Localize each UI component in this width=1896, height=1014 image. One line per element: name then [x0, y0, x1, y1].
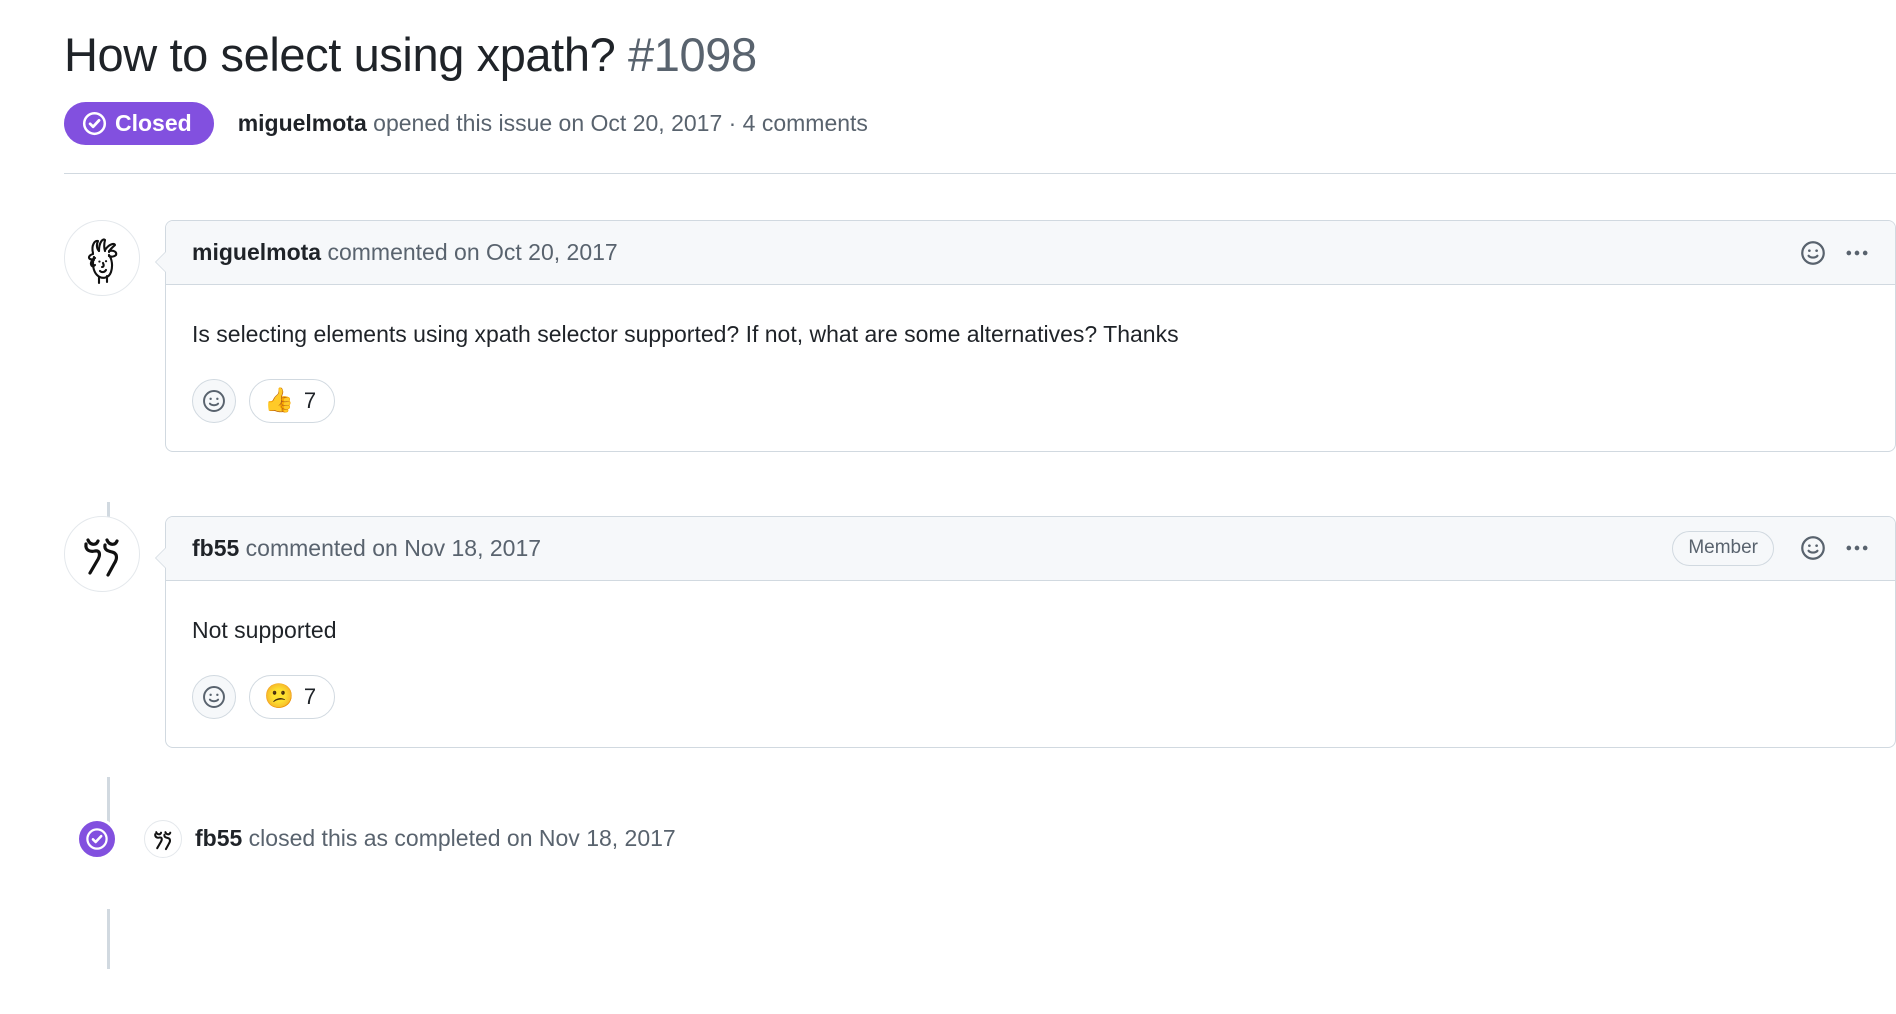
comment-body: Not supported	[166, 581, 1895, 649]
kebab-horizontal-icon	[1846, 250, 1868, 256]
comment-byline: fb55 commented on Nov 18, 2017	[192, 534, 541, 564]
add-reaction-button[interactable]	[1799, 239, 1827, 267]
avatar[interactable]	[64, 220, 140, 297]
author-association-badge: Member	[1672, 530, 1774, 567]
avatar-face-icon	[87, 238, 118, 285]
status-badge[interactable]: Closed	[64, 102, 214, 146]
comment-text: Not supported	[192, 616, 337, 643]
reaction-count: 7	[303, 387, 317, 413]
page-title: How to select using xpath? #1098	[64, 26, 1896, 83]
comment-timestamp: commented on Oct 20, 2017	[321, 238, 618, 265]
avatar[interactable]	[64, 515, 140, 592]
comment-bubble: miguelmota commented on Oct 20, 2017 Is …	[155, 220, 1896, 452]
reaction-confused-button[interactable]: 😕 7	[249, 674, 336, 719]
comment-header: fb55 commented on Nov 18, 2017 Member	[166, 516, 1895, 581]
comment-timestamp: commented on Nov 18, 2017	[239, 534, 542, 561]
comment-header: miguelmota commented on Oct 20, 2017	[166, 221, 1895, 286]
comment-menu-button[interactable]	[1843, 239, 1871, 267]
avatar-strokes-icon	[154, 830, 172, 850]
timeline-gap	[64, 748, 1896, 818]
kebab-horizontal-icon	[1846, 546, 1868, 551]
comment-byline: miguelmota commented on Oct 20, 2017	[192, 238, 618, 268]
issue-byline: miguelmota opened this issue on Oct 20, …	[238, 109, 868, 139]
thumbs-up-icon: 👍	[264, 386, 294, 414]
issue-number[interactable]: #1098	[628, 28, 757, 81]
header-divider	[64, 173, 1896, 175]
timeline-comment: miguelmota commented on Oct 20, 2017 Is …	[64, 220, 1896, 452]
add-reaction-button[interactable]	[192, 674, 236, 719]
issue-closed-check-icon	[86, 827, 108, 850]
reaction-bar: 👍 7	[166, 353, 1895, 451]
issue-title-text: How to select using xpath?	[64, 28, 616, 81]
avatar[interactable]	[144, 819, 182, 858]
comment-text: Is selecting elements using xpath select…	[192, 321, 1179, 348]
issue-header: How to select using xpath? #1098 Closed …	[0, 0, 1896, 146]
issue-author[interactable]: miguelmota	[238, 110, 367, 136]
comment-author[interactable]: fb55	[192, 535, 239, 561]
event-description: fb55 closed this as completed on Nov 18,…	[195, 824, 676, 854]
smiley-face-icon	[203, 390, 225, 412]
comment-menu-button[interactable]	[1843, 534, 1871, 562]
timeline-comment: fb55 commented on Nov 18, 2017 Member No…	[64, 515, 1896, 748]
reaction-count: 7	[303, 683, 317, 709]
issue-timeline: miguelmota commented on Oct 20, 2017 Is …	[0, 220, 1896, 970]
timeline-gap	[64, 452, 1896, 516]
issue-subheader: Closed miguelmota opened this issue on O…	[64, 102, 1896, 146]
smiley-face-icon	[203, 685, 225, 708]
issue-closed-check-icon	[82, 111, 107, 136]
confused-face-icon: 😕	[264, 682, 294, 710]
comment-body: Is selecting elements using xpath select…	[166, 285, 1895, 353]
avatar-strokes-icon	[84, 538, 119, 577]
issue-byline-meta: opened this issue on Oct 20, 2017 · 4 co…	[366, 109, 868, 136]
status-badge-label: Closed	[115, 110, 192, 137]
timeline-closed-event: fb55 closed this as completed on Nov 18,…	[64, 817, 1896, 860]
comment-author[interactable]: miguelmota	[192, 239, 321, 265]
event-author[interactable]: fb55	[195, 825, 242, 851]
comment-bubble: fb55 commented on Nov 18, 2017 Member No…	[155, 515, 1896, 748]
add-reaction-button[interactable]	[192, 378, 236, 423]
event-meta: closed this as completed on Nov 18, 2017	[242, 824, 676, 851]
event-icon-badge	[76, 817, 118, 860]
smiley-face-icon	[1801, 536, 1825, 561]
reaction-bar: 😕 7	[166, 649, 1895, 747]
github-issue-page: How to select using xpath? #1098 Closed …	[0, 0, 1896, 1014]
timeline-rail	[107, 909, 110, 970]
reaction-thumbsup-button[interactable]: 👍 7	[249, 378, 336, 423]
add-reaction-button[interactable]	[1799, 534, 1827, 562]
smiley-face-icon	[1801, 240, 1825, 265]
